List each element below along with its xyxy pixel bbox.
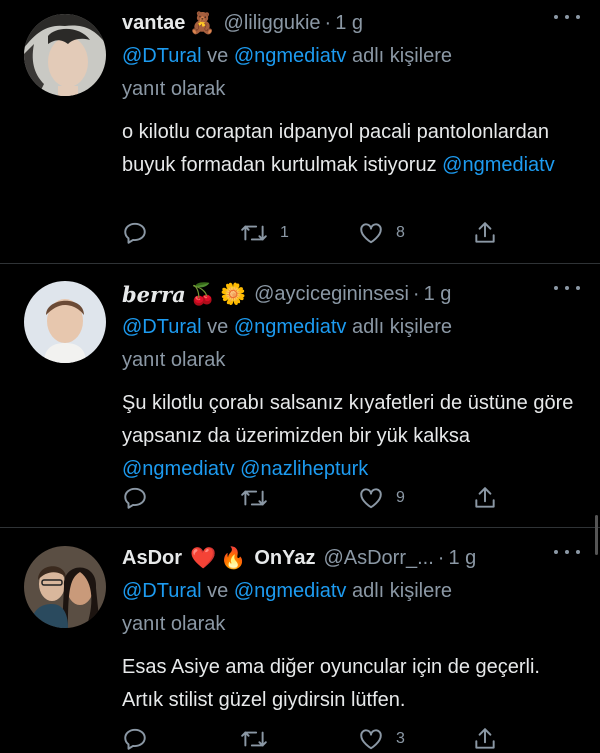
heart-emoji: ❤️ <box>190 546 217 570</box>
scrollbar[interactable] <box>595 515 598 555</box>
share-button[interactable] <box>472 219 498 247</box>
like-button[interactable]: 8 <box>358 219 405 247</box>
timestamp[interactable]: 1 g <box>335 12 363 35</box>
fire-emoji: 🔥 <box>220 546 247 570</box>
user-handle[interactable]: @AsDorr_... <box>323 547 433 570</box>
blossom-emoji: 🌼 <box>219 282 247 306</box>
tweet-header: AsDor ❤️ 🔥 OnYaz @AsDorr_... · 1 g <box>122 546 477 570</box>
avatar[interactable] <box>24 281 106 363</box>
retweet-button[interactable] <box>240 484 280 512</box>
display-name[interactable]: berra <box>122 282 186 307</box>
like-icon <box>360 488 382 509</box>
mention-link[interactable]: @ngmediatv <box>234 316 347 338</box>
retweet-icon <box>241 490 267 506</box>
more-icon[interactable] <box>554 547 580 557</box>
mention-link[interactable]: @ngmediatv <box>442 154 555 176</box>
tweet[interactable]: berra 🍒 🌼 @aycicegininsesi · 1 g @DTural… <box>0 264 600 528</box>
cherries-emoji: 🍒 <box>189 282 216 306</box>
like-button[interactable]: 9 <box>358 484 405 512</box>
share-icon <box>475 728 495 749</box>
mention-link[interactable]: @ngmediatv <box>234 580 347 602</box>
tweet[interactable]: vantae 🧸 @liliggukie · 1 g @DTural ve @n… <box>0 0 600 264</box>
tweet-text: Esas Asiye ama diğer oyuncular için de g… <box>122 656 540 711</box>
mention-link[interactable]: @DTural <box>122 316 202 338</box>
tweet-actions: 9 <box>0 484 600 512</box>
tweet-actions: 1 8 <box>0 219 600 247</box>
more-icon[interactable] <box>554 12 580 22</box>
retweet-button[interactable] <box>240 725 280 753</box>
reply-icon <box>124 487 146 509</box>
mention-link[interactable]: @ngmediatv <box>122 458 235 480</box>
share-icon <box>475 222 495 243</box>
tweet-actions: 3 <box>0 725 600 753</box>
share-button[interactable] <box>472 484 498 512</box>
timestamp[interactable]: 1 g <box>448 547 476 570</box>
reply-button[interactable] <box>122 219 148 247</box>
mention-link[interactable]: @ngmediatv <box>234 45 347 67</box>
reply-icon <box>124 222 146 244</box>
replying-to: @DTural ve @ngmediatv adlı kişilere yanıt… <box>122 580 453 635</box>
reply-button[interactable] <box>122 725 148 753</box>
avatar[interactable] <box>24 546 106 628</box>
more-icon[interactable] <box>554 283 580 293</box>
avatar[interactable] <box>24 14 106 96</box>
tweet-header: vantae 🧸 @liliggukie · 1 g <box>122 11 364 35</box>
like-button[interactable]: 3 <box>358 725 405 753</box>
display-name[interactable]: vantae <box>122 12 185 35</box>
tweet-header: berra 🍒 🌼 @aycicegininsesi · 1 g <box>122 281 452 307</box>
mention-link[interactable]: @DTural <box>122 45 202 67</box>
mention-link[interactable]: @nazlihepturk <box>240 458 368 480</box>
replying-to: @DTural ve @ngmediatv adlı kişilere yanıt… <box>122 45 453 100</box>
like-icon <box>360 223 382 244</box>
share-button[interactable] <box>472 725 498 753</box>
retweet-icon <box>241 731 267 747</box>
tweet[interactable]: AsDor ❤️ 🔥 OnYaz @AsDorr_... · 1 g @DTur… <box>0 528 600 751</box>
like-icon <box>360 729 382 750</box>
retweet-button[interactable]: 1 <box>240 219 289 247</box>
mention-link[interactable]: @DTural <box>122 580 202 602</box>
user-handle[interactable]: @liliggukie <box>224 12 321 35</box>
tweet-text: Şu kilotlu çorabı salsanız kıyafetleri d… <box>122 392 574 480</box>
replying-to: @DTural ve @ngmediatv adlı kişilere yanıt… <box>122 316 453 371</box>
display-name-suffix[interactable]: OnYaz <box>254 547 315 570</box>
retweet-icon <box>241 225 267 241</box>
reply-icon <box>124 728 146 750</box>
teddy-bear-emoji: 🧸 <box>189 11 216 35</box>
share-icon <box>475 487 495 508</box>
tweet-text: o kilotlu coraptan idpanyol pacali panto… <box>122 121 555 176</box>
display-name[interactable]: AsDor <box>122 547 182 570</box>
user-handle[interactable]: @aycicegininsesi <box>254 283 409 306</box>
reply-button[interactable] <box>122 484 148 512</box>
timestamp[interactable]: 1 g <box>424 283 452 306</box>
